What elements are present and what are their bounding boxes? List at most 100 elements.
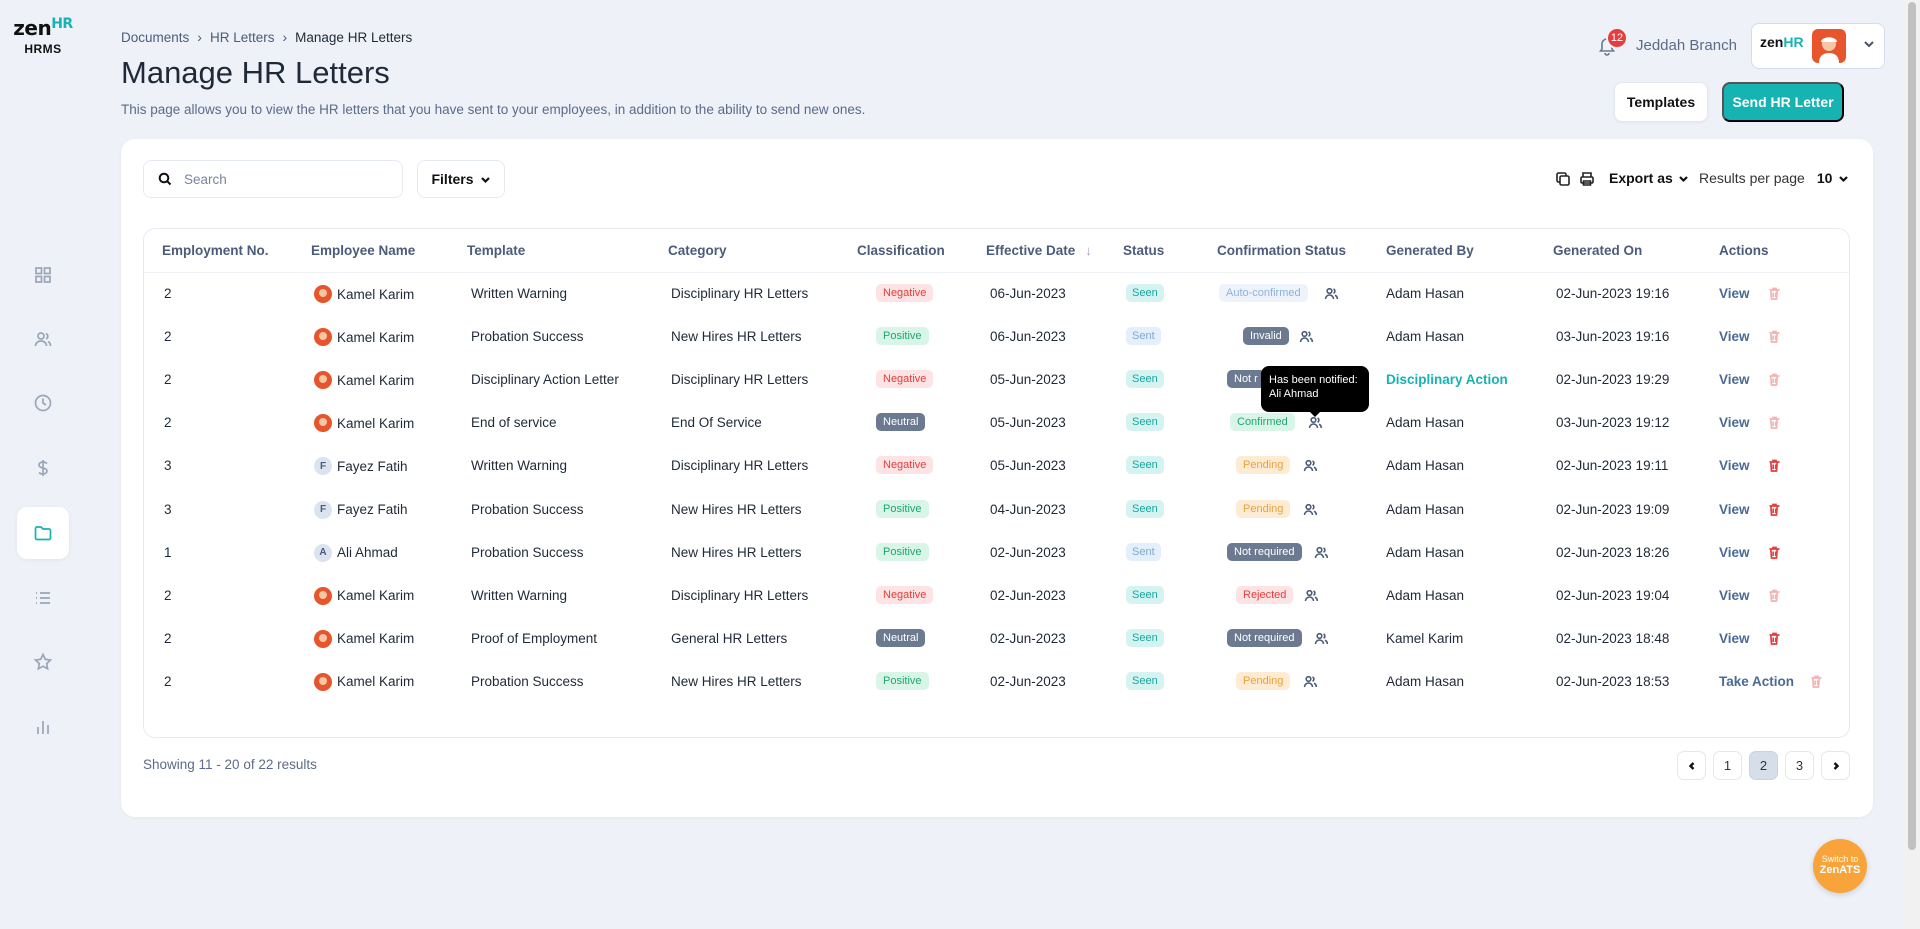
notified-users-icon[interactable] (1314, 631, 1329, 646)
trash-icon (1769, 287, 1780, 300)
notified-users-icon[interactable] (1308, 415, 1323, 430)
breadcrumb-documents[interactable]: Documents (121, 30, 189, 45)
delete-button[interactable] (1809, 674, 1824, 689)
category-name: Disciplinary HR Letters (671, 372, 809, 388)
employment-no: 2 (164, 372, 172, 388)
notified-users-icon[interactable] (1303, 674, 1318, 689)
view-button[interactable]: View (1719, 545, 1750, 560)
employee-name: Kamel Karim (337, 415, 415, 431)
employee-name-cell[interactable]: Kamel Karim (314, 586, 414, 605)
employee-avatar (314, 672, 332, 691)
search-box[interactable] (143, 160, 403, 198)
trash-icon (1769, 632, 1780, 645)
next-page-button[interactable] (1821, 751, 1850, 780)
col-status[interactable]: Status (1123, 243, 1164, 258)
status-badge: Seen (1126, 585, 1164, 604)
employee-name-cell[interactable]: A Ali Ahmad (314, 543, 398, 562)
filters-button[interactable]: Filters (417, 160, 505, 198)
page-3-button[interactable]: 3 (1785, 751, 1814, 780)
delete-button[interactable] (1767, 458, 1782, 473)
trash-icon (1769, 330, 1780, 343)
take-action-button[interactable]: Take Action (1719, 674, 1794, 689)
col-classification[interactable]: Classification (857, 243, 945, 258)
delete-button[interactable] (1767, 415, 1782, 430)
col-template[interactable]: Template (467, 243, 525, 258)
page-scrollbar[interactable] (1904, 0, 1920, 929)
col-confirmation-status[interactable]: Confirmation Status (1217, 243, 1346, 258)
zenhr-logo[interactable]: zenHR HRMS (10, 16, 76, 56)
view-button[interactable]: View (1719, 458, 1750, 473)
col-effective-date[interactable]: Effective Date ↓ (986, 243, 1092, 258)
search-input[interactable] (184, 171, 364, 187)
branch-name[interactable]: Jeddah Branch (1636, 37, 1737, 54)
sidebar-item-employees[interactable] (17, 313, 69, 365)
generated-on: 02-Jun-2023 18:48 (1556, 630, 1670, 646)
delete-button[interactable] (1767, 286, 1782, 301)
sidebar-item-payroll[interactable] (17, 442, 69, 494)
employee-name-cell[interactable]: Kamel Karim (314, 328, 414, 347)
employee-name-cell[interactable]: Kamel Karim (314, 285, 414, 303)
export-dropdown[interactable]: Export as (1609, 170, 1689, 186)
notified-users-icon[interactable] (1324, 286, 1339, 301)
delete-button[interactable] (1767, 502, 1782, 517)
employee-name-cell[interactable]: F Fayez Fatih (314, 500, 408, 519)
sidebar-item-requests[interactable] (17, 572, 69, 624)
copy-button[interactable] (1555, 171, 1571, 187)
classification-badge: Negative (876, 456, 934, 475)
print-button[interactable] (1579, 171, 1595, 187)
view-button[interactable]: View (1719, 372, 1750, 387)
view-button[interactable]: View (1719, 329, 1750, 344)
prev-page-button[interactable] (1677, 751, 1706, 780)
employee-name-cell[interactable]: Kamel Karim (314, 672, 415, 691)
sidebar-item-documents[interactable] (17, 507, 69, 559)
sidebar-item-dashboard[interactable] (17, 249, 69, 301)
view-button[interactable]: View (1719, 631, 1750, 646)
notified-users-icon[interactable] (1314, 545, 1329, 560)
results-per-page-select[interactable]: 10 (1817, 170, 1833, 186)
bar-chart-icon (37, 721, 49, 734)
notified-users-icon[interactable] (1303, 502, 1318, 517)
generated-by-link[interactable]: Disciplinary Action (1386, 372, 1508, 387)
employee-name-cell[interactable]: Kamel Karim (314, 371, 414, 390)
templates-button[interactable]: Templates (1614, 82, 1708, 122)
delete-button[interactable] (1767, 545, 1782, 560)
employee-name-cell[interactable]: Kamel Karim (314, 414, 415, 433)
notified-users-icon[interactable] (1299, 329, 1314, 344)
profile-menu[interactable]: zenHR (1751, 23, 1885, 69)
template-name: End of service (471, 415, 557, 431)
notified-users-icon[interactable] (1304, 588, 1319, 603)
sidebar-item-reports[interactable] (17, 701, 69, 753)
delete-button[interactable] (1767, 588, 1782, 603)
view-button[interactable]: View (1719, 502, 1750, 517)
breadcrumb-hr-letters[interactable]: HR Letters (210, 30, 275, 45)
delete-button[interactable] (1767, 372, 1782, 387)
col-category[interactable]: Category (668, 243, 727, 258)
sidebar-item-performance[interactable] (17, 636, 69, 688)
col-employment-no[interactable]: Employment No. (162, 243, 269, 258)
generated-on: 03-Jun-2023 19:16 (1556, 329, 1670, 345)
scrollbar-thumb[interactable] (1908, 2, 1916, 850)
employment-no: 3 (164, 501, 172, 517)
employment-no: 2 (164, 587, 172, 603)
col-generated-on[interactable]: Generated On (1553, 243, 1642, 258)
notified-users-icon[interactable] (1303, 458, 1318, 473)
employee-name: Kamel Karim (337, 674, 415, 690)
page-2-button[interactable]: 2 (1749, 751, 1778, 780)
page-1-button[interactable]: 1 (1713, 751, 1742, 780)
delete-button[interactable] (1767, 631, 1782, 646)
category-name: Disciplinary HR Letters (671, 587, 809, 603)
employee-name-cell[interactable]: F Fayez Fatih (314, 457, 408, 476)
col-generated-by[interactable]: Generated By (1386, 243, 1474, 258)
employee-name-cell[interactable]: Kamel Karim (314, 629, 414, 648)
list-icon (36, 592, 50, 604)
send-hr-letter-button[interactable]: Send HR Letter (1722, 82, 1844, 122)
view-button[interactable]: View (1719, 415, 1750, 430)
generated-on: 02-Jun-2023 19:16 (1556, 286, 1670, 301)
sidebar-item-attendance[interactable] (17, 377, 69, 429)
switch-to-zenats-button[interactable]: Switch to ZenATS (1813, 839, 1867, 893)
status-badge: Seen (1126, 499, 1164, 518)
view-button[interactable]: View (1719, 588, 1750, 603)
delete-button[interactable] (1767, 329, 1782, 344)
view-button[interactable]: View (1719, 286, 1750, 301)
col-employee-name[interactable]: Employee Name (311, 243, 415, 258)
